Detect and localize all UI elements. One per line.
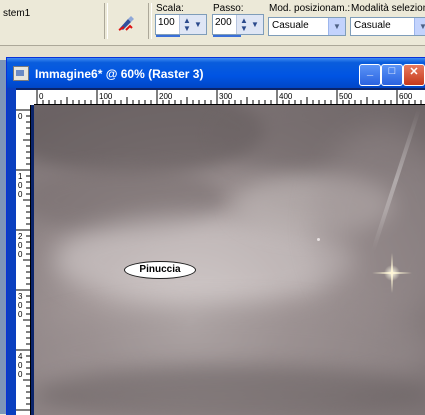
ruler-corner <box>16 90 34 105</box>
ruler-label: 0 <box>18 181 23 190</box>
separator <box>104 3 108 39</box>
modalita-selezione-select[interactable]: Casuale ▼ <box>350 17 425 36</box>
vertical-ruler[interactable]: 0100200300400 <box>16 105 31 415</box>
ruler-label: 2 <box>18 232 23 241</box>
document-frame <box>7 88 16 415</box>
ruler-label: 0 <box>18 190 23 199</box>
spin-down-icon[interactable]: ▼ <box>183 24 191 33</box>
mod-posizionamento-label: Mod. posizionam.: <box>269 3 351 14</box>
modalita-selezione-label: Modalità selezione <box>351 3 425 14</box>
passo-level-bar <box>213 35 241 37</box>
separator <box>148 3 152 39</box>
scala-stepper[interactable]: 100 ▲ ▼ ▼ <box>155 14 207 37</box>
dropdown-icon[interactable]: ▼ <box>251 20 259 29</box>
ruler-label: 500 <box>339 92 353 101</box>
tool-options-bar: stem1 Scala: 100 ▲ ▼ ▼ Passo: 200 ▲ ▼ ▼ … <box>0 0 425 46</box>
sparkle-icon <box>372 253 412 293</box>
scala-label: Scala: <box>156 3 184 14</box>
ruler-label: 3 <box>18 292 23 301</box>
mod-posizionamento-select[interactable]: Casuale ▼ <box>268 17 346 36</box>
passo-label: Passo: <box>213 3 244 14</box>
scala-spin-arrows[interactable]: ▲ ▼ ▼ <box>179 15 206 34</box>
tool-preset-name[interactable]: stem1 <box>3 8 30 19</box>
document-titlebar[interactable]: Immagine6* @ 60% (Raster 3) _ □ ✕ <box>7 58 425 88</box>
image-canvas[interactable]: Pinuccia <box>34 105 425 415</box>
scala-level-bar <box>156 35 180 37</box>
document-title: Immagine6* @ 60% (Raster 3) <box>35 67 204 81</box>
document-window: Immagine6* @ 60% (Raster 3) _ □ ✕ 0 100 20… <box>6 57 425 415</box>
modalita-selezione-value: Casuale <box>354 20 391 31</box>
mod-posizionamento-value: Casuale <box>272 20 309 31</box>
dropdown-icon[interactable]: ▼ <box>194 20 202 29</box>
passo-stepper[interactable]: 200 ▲ ▼ ▼ <box>212 14 264 37</box>
chevron-down-icon[interactable]: ▼ <box>414 18 425 35</box>
ruler-label: 600 <box>399 92 413 101</box>
ruler-label: 0 <box>18 241 23 250</box>
paint-brush-icon[interactable] <box>116 13 136 33</box>
star-dot <box>317 238 320 241</box>
maximize-button[interactable]: □ <box>381 64 403 86</box>
chevron-down-icon[interactable]: ▼ <box>328 18 345 35</box>
ruler-label: 0 <box>18 370 23 379</box>
ruler-label: 0 <box>39 92 44 101</box>
spin-down-icon[interactable]: ▼ <box>240 24 248 33</box>
ruler-label: 0 <box>18 310 23 319</box>
ruler-label: 400 <box>279 92 293 101</box>
ruler-label: 100 <box>99 92 113 101</box>
minimize-button[interactable]: _ <box>359 64 381 86</box>
ruler-label: 200 <box>159 92 173 101</box>
ruler-label: 0 <box>18 112 23 121</box>
ruler-label: 0 <box>18 301 23 310</box>
image-document-icon[interactable] <box>13 66 29 81</box>
ruler-label: 4 <box>18 352 23 361</box>
ruler-label: 1 <box>18 172 23 181</box>
passo-spin-arrows[interactable]: ▲ ▼ ▼ <box>236 15 263 34</box>
watermark-label: Pinuccia <box>124 261 196 279</box>
horizontal-ruler[interactable]: 0 100 200 300 400 500 600 <box>34 90 425 105</box>
ruler-label: 300 <box>219 92 233 101</box>
passo-value[interactable]: 200 <box>215 17 232 28</box>
scala-value[interactable]: 100 <box>158 17 175 28</box>
ruler-label: 0 <box>18 250 23 259</box>
ruler-label: 0 <box>18 361 23 370</box>
close-button[interactable]: ✕ <box>403 64 425 86</box>
